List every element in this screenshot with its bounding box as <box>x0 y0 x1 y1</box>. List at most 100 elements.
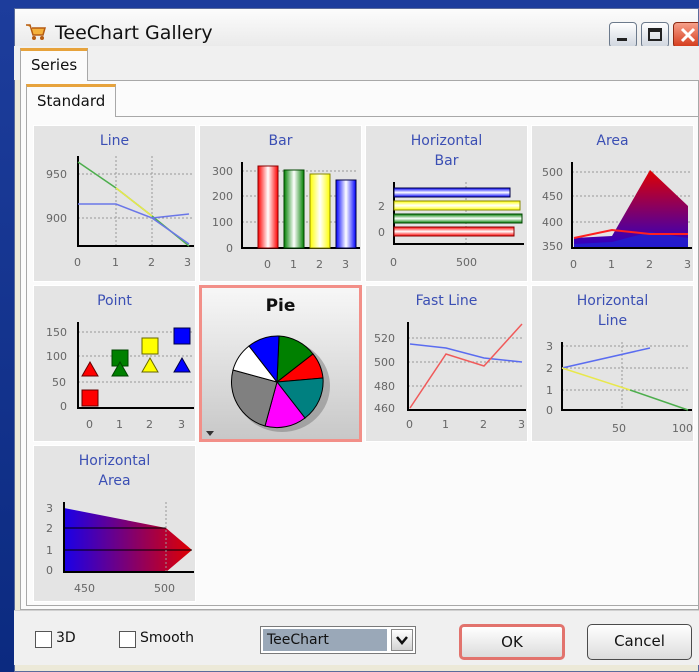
tick-label: 0 <box>60 400 67 413</box>
tick-label: 3 <box>46 502 53 515</box>
tick-label: 100 <box>672 422 693 435</box>
gallery-item-horizontal-area[interactable]: Horizontal Area 3 2 1 0 450 500 <box>33 445 196 602</box>
tick-label: 0 <box>264 258 271 271</box>
bar <box>309 173 331 249</box>
tick-label: 1 <box>116 418 123 431</box>
area-chart-preview: 500 450 400 350 0 1 2 3 <box>542 162 692 271</box>
gallery-item-point[interactable]: Point 150 100 50 0 0 1 2 3 <box>33 285 196 442</box>
series-line <box>78 203 190 219</box>
tick-label: 2 <box>46 522 53 535</box>
point-marker <box>141 356 159 373</box>
point-marker <box>173 356 191 373</box>
ok-button[interactable]: OK <box>459 624 565 660</box>
gallery-item-bar[interactable]: Bar 300 200 100 0 0 1 2 3 <box>199 125 362 282</box>
axis <box>77 156 194 247</box>
tick-label: 0 <box>570 258 577 271</box>
bar-chart-preview: 300 200 100 0 0 1 2 3 <box>212 162 360 271</box>
tick-label: 1 <box>546 384 553 397</box>
bar <box>335 179 357 249</box>
point-marker <box>141 337 159 355</box>
checkbox-3d-label: 3D <box>56 630 76 646</box>
window-title: TeeChart Gallery <box>55 22 213 44</box>
horizontal-area-chart-preview: 3 2 1 0 450 500 <box>46 502 194 595</box>
gallery-item-pie[interactable]: Pie <box>199 285 362 442</box>
tick-label: 400 <box>542 216 563 229</box>
tick-label: 3 <box>546 340 553 353</box>
series-line <box>561 367 631 391</box>
axis <box>407 322 526 411</box>
tick-label: 2 <box>546 362 553 375</box>
tick-label: 0 <box>546 404 553 417</box>
style-select-dropdown-button[interactable] <box>391 629 413 651</box>
tick-label: 500 <box>542 166 563 179</box>
style-select[interactable]: TeeChart <box>260 626 416 654</box>
checkbox-smooth-label: Smooth <box>140 630 195 646</box>
tick-label: 100 <box>212 216 233 229</box>
tab-series[interactable]: Series <box>20 48 89 81</box>
tick-label: 2 <box>480 418 487 431</box>
tick-label: 300 <box>212 165 233 178</box>
tick-label: 2 <box>148 256 155 269</box>
tick-label: 1 <box>442 418 449 431</box>
tick-label: 900 <box>46 212 67 225</box>
tick-label: 3 <box>184 256 191 269</box>
series-line <box>561 347 651 369</box>
close-button[interactable] <box>673 22 698 48</box>
tick-label: 500 <box>374 356 395 369</box>
tick-label: 0 <box>86 418 93 431</box>
tick-label: 1 <box>608 258 615 271</box>
gallery-item-fast-line[interactable]: Fast Line 520 500 480 460 0 1 2 3 <box>365 285 528 442</box>
tab-strip <box>14 46 699 80</box>
bar <box>393 200 521 211</box>
gallery-item-horizontal-line[interactable]: Horizontal Line 3 2 1 0 50 100 <box>531 285 694 442</box>
tab-standard[interactable]: Standard <box>26 84 117 117</box>
checkbox-3d[interactable] <box>35 631 52 648</box>
tick-label: 460 <box>374 402 395 415</box>
tick-label: 0 <box>46 564 53 577</box>
maximize-icon <box>648 28 662 41</box>
axis <box>561 342 692 411</box>
gallery-item-horizontal-bar[interactable]: Horizontal Bar 2 0 0 500 <box>365 125 528 282</box>
minimize-button[interactable] <box>609 22 637 48</box>
bar <box>393 226 515 237</box>
point-marker <box>173 327 191 345</box>
series-line <box>629 389 689 411</box>
chevron-down-icon <box>396 636 408 645</box>
style-select-value: TeeChart <box>263 629 387 651</box>
point-chart-preview: 150 100 50 0 0 1 2 3 <box>46 322 194 431</box>
point-marker <box>81 360 99 377</box>
close-icon <box>680 27 696 43</box>
cancel-button[interactable]: Cancel <box>587 624 692 660</box>
tick-label: 0 <box>406 418 413 431</box>
tick-label: 1 <box>290 258 297 271</box>
fast-line-chart-preview: 520 500 480 460 0 1 2 3 <box>374 322 526 431</box>
pie <box>230 335 324 429</box>
tick-label: 3 <box>342 258 349 271</box>
area-series <box>64 508 192 572</box>
tick-label: 3 <box>178 418 185 431</box>
maximize-button[interactable] <box>641 22 669 48</box>
tick-label: 150 <box>46 326 67 339</box>
bar <box>393 187 511 198</box>
gallery-item-area[interactable]: Area 500 450 400 350 0 1 2 3 <box>531 125 694 282</box>
pie-chart-preview <box>206 335 330 436</box>
horizontal-line-chart-preview: 3 2 1 0 50 100 <box>546 340 693 435</box>
tick-label: 3 <box>684 258 691 271</box>
tick-label: 500 <box>456 256 477 269</box>
bar <box>283 169 305 249</box>
tick-label: 50 <box>52 376 66 389</box>
series-line <box>151 217 190 245</box>
bar <box>257 165 279 249</box>
tick-label: 2 <box>646 258 653 271</box>
tick-label: 1 <box>112 256 119 269</box>
checkbox-smooth[interactable] <box>119 631 136 648</box>
tick-label: 200 <box>212 190 233 203</box>
point-marker <box>81 389 99 407</box>
shopping-cart-icon <box>26 24 46 40</box>
horizontal-bar-chart-preview: 2 0 0 500 <box>378 182 524 269</box>
tick-label: 3 <box>518 418 525 431</box>
bar <box>393 213 523 224</box>
gallery-item-line[interactable]: Line 950 900 0 1 2 3 <box>33 125 196 282</box>
minimize-icon <box>617 38 627 41</box>
tick-label: 450 <box>542 190 563 203</box>
